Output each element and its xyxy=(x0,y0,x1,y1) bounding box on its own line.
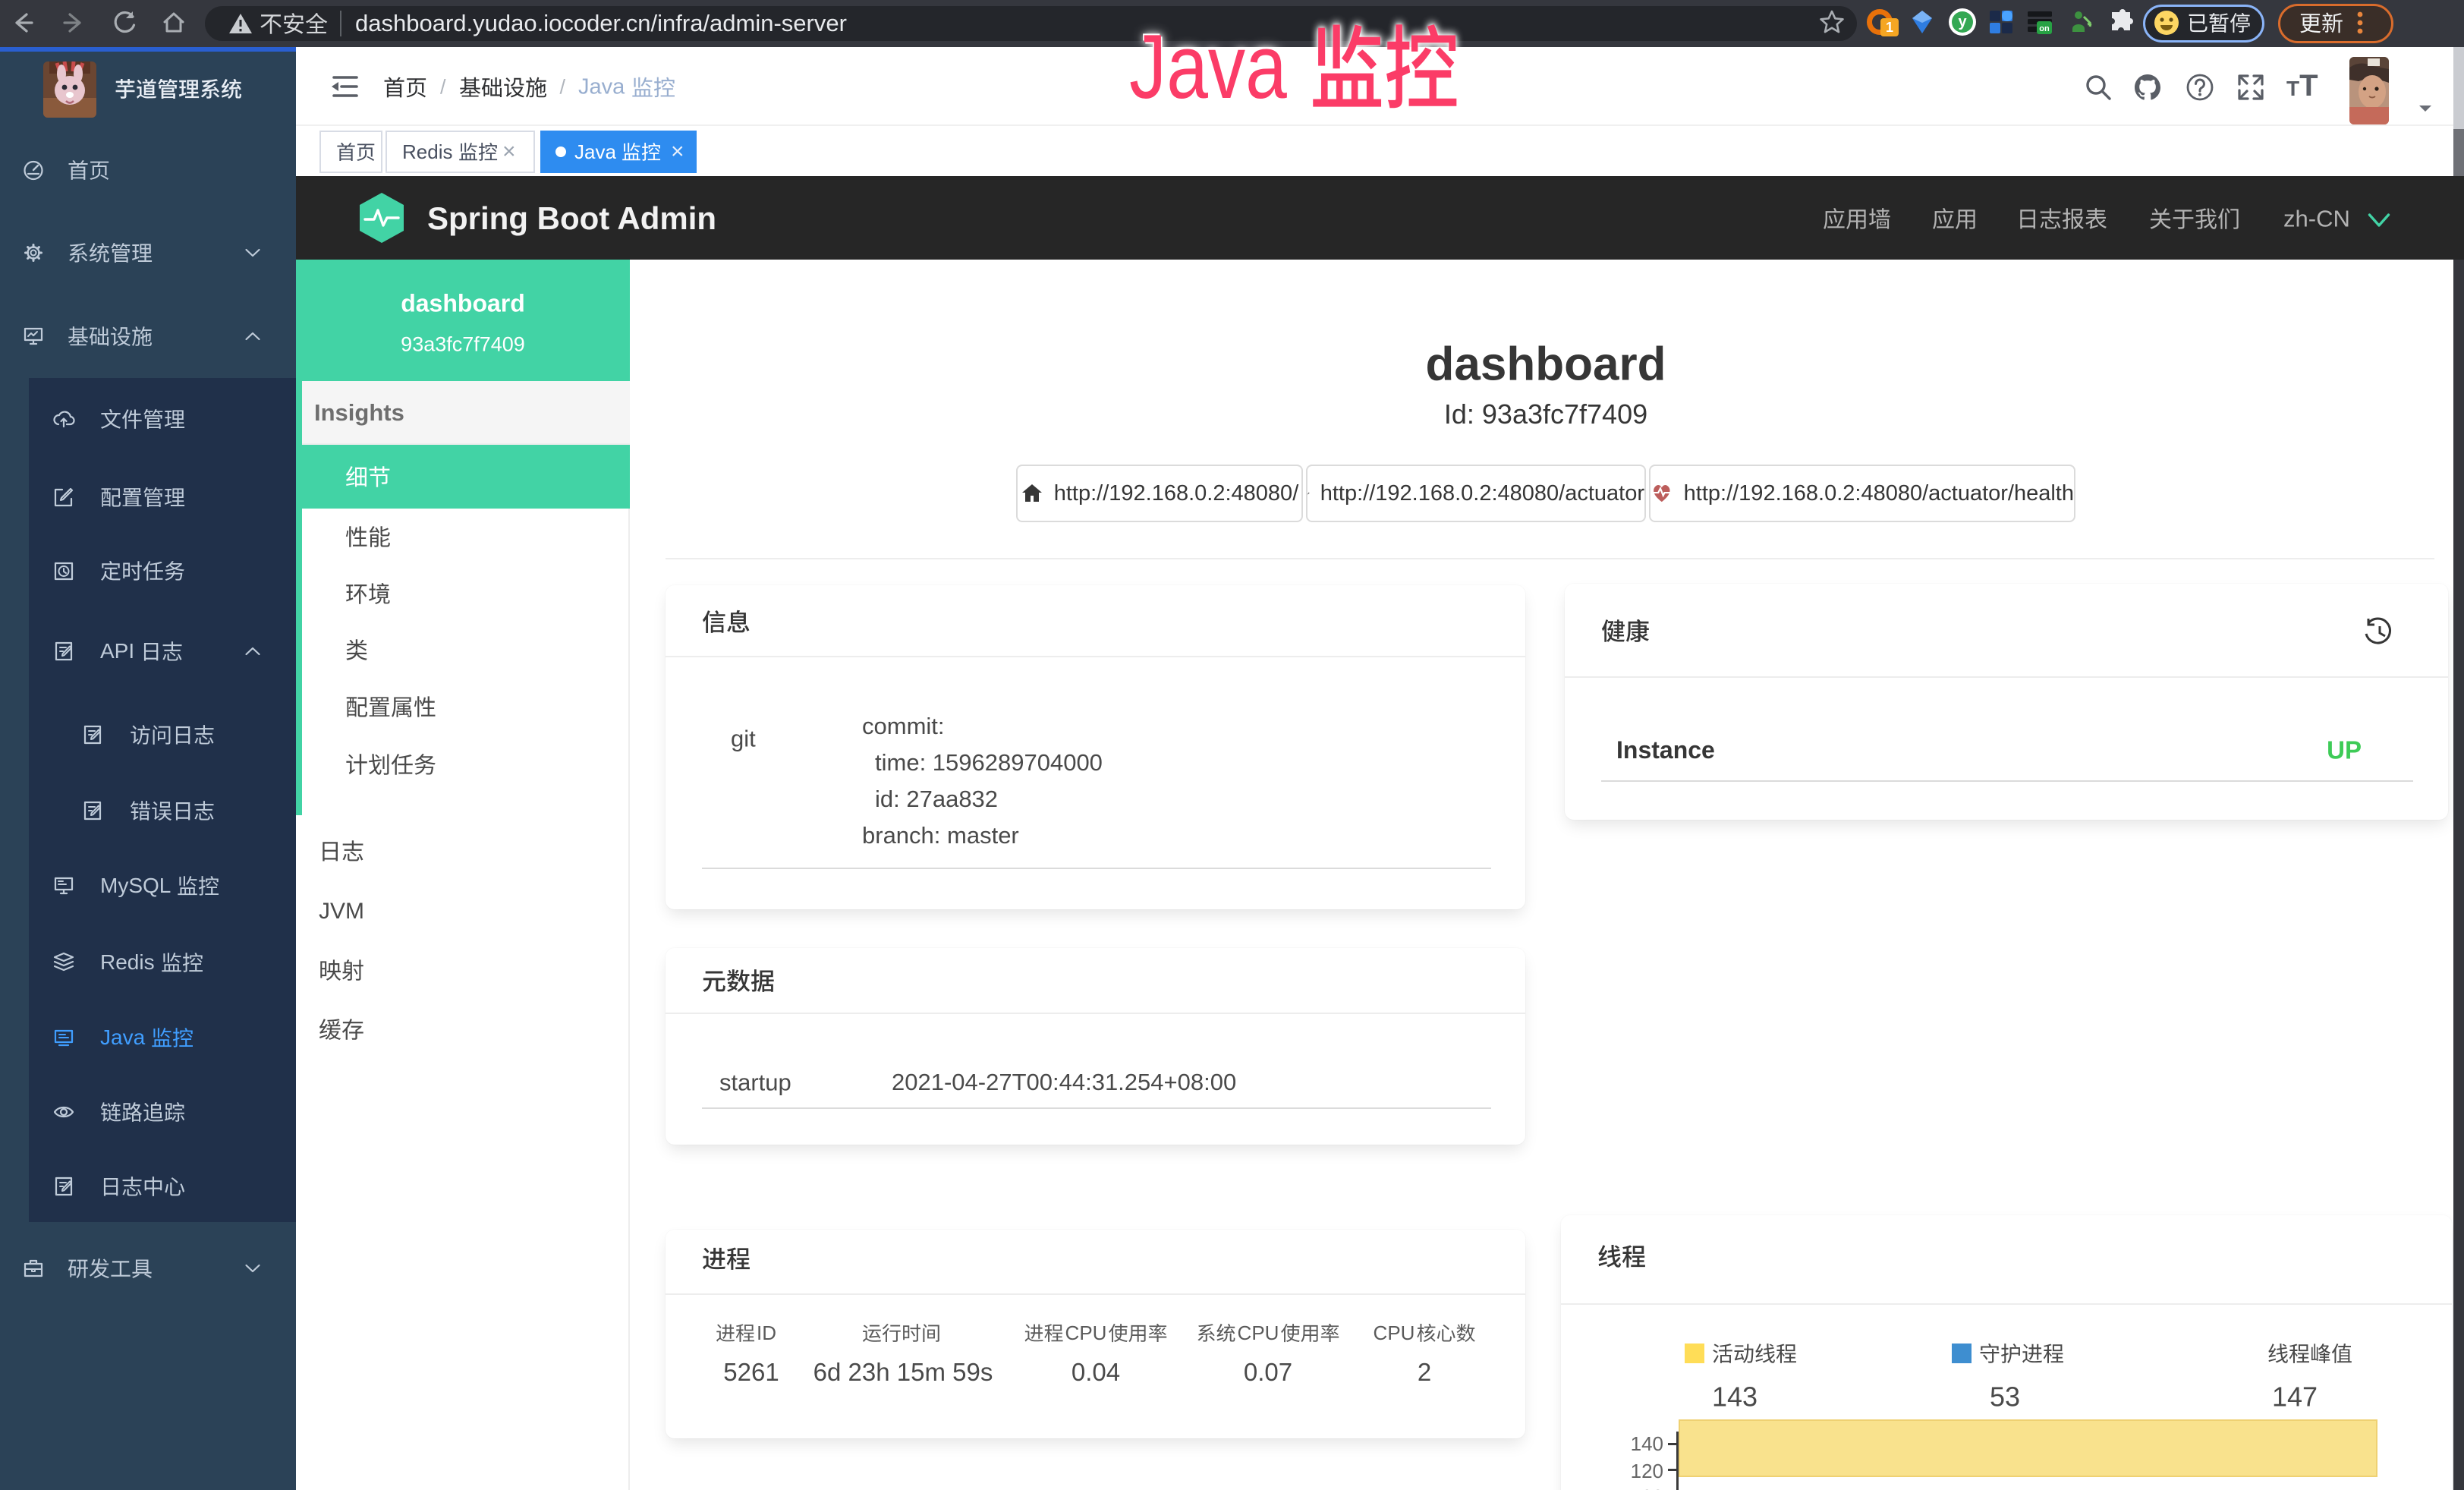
svg-text:on: on xyxy=(2039,24,2050,33)
